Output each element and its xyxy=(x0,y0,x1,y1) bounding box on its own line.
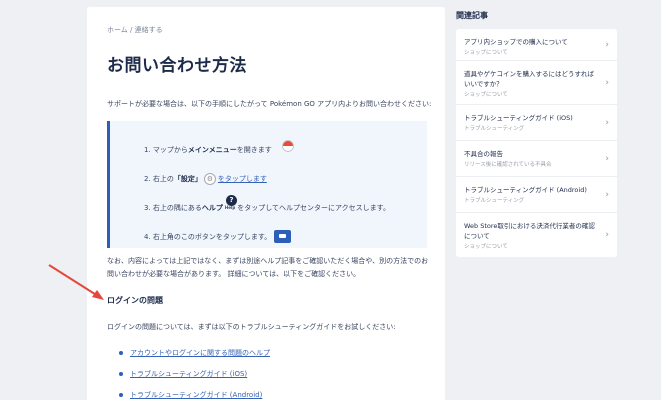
login-section-heading: ログインの問題 xyxy=(107,296,163,305)
page-title: お問い合わせ方法 xyxy=(107,56,247,76)
guide-link-list: アカウントやログインに関する問題のヘルプ トラブルシューティングガイド (iOS… xyxy=(107,348,427,400)
related-item-title: トラブルシューティングガイド (iOS) xyxy=(464,114,573,122)
note-text: なお、内容によっては上記ではなく、まずは別途ヘルプ記事をご確認いただく場合や、別… xyxy=(107,257,429,278)
chevron-right-icon: › xyxy=(605,117,609,128)
bullet-icon xyxy=(119,351,123,355)
help-question-icon: ? xyxy=(226,195,237,206)
related-item-web-store[interactable]: Web Store取引における決済代行業者の確認について ショップについて › xyxy=(456,213,617,257)
chevron-right-icon: › xyxy=(605,189,609,200)
related-item-category: ショップについて xyxy=(464,50,508,56)
step-3-suffix: をタップしてヘルプセンターにアクセスします。 xyxy=(237,203,390,212)
bullet-icon xyxy=(119,393,123,397)
related-item-category: トラブルシューティング xyxy=(464,198,525,204)
related-item-bug-report[interactable]: 不具合の報告 リリース後に確認されている不具合 › xyxy=(456,141,617,177)
related-item-title: トラブルシューティングガイド (Android) xyxy=(464,186,587,194)
related-item-category: ショップについて xyxy=(464,244,508,250)
guide-link-ios[interactable]: トラブルシューティングガイド (iOS) xyxy=(130,369,247,379)
bullet-icon xyxy=(119,372,123,376)
breadcrumb-separator: / xyxy=(127,26,135,34)
list-item: トラブルシューティングガイド (iOS) xyxy=(119,369,427,390)
step-1-prefix: 1. マップから xyxy=(144,145,188,154)
related-item-buy-items[interactable]: 道具やゲケコインを購入するにはどうすればいいですか？ ショップについて › xyxy=(456,61,617,105)
steps-callout: 1. マップから メインメニュー を開きます 2. 右上の 「設定」 ⚙ をタップします … xyxy=(107,121,427,248)
related-item-title: 道具やゲケコインを購入するにはどうすればいいですか？ xyxy=(464,70,594,88)
related-item-troubleshoot-ios[interactable]: トラブルシューティングガイド (iOS) トラブルシューティング › xyxy=(456,105,617,141)
related-item-title: アプリ内ショップでの購入について xyxy=(464,38,568,46)
step-4: 4. 右上角のこのボタンをタップします。 xyxy=(144,222,427,251)
breadcrumb-current-link[interactable]: 連絡する xyxy=(135,26,163,34)
chevron-right-icon: › xyxy=(605,77,609,88)
related-articles-title: 関連記事 xyxy=(456,11,488,20)
step-2-emphasis: 「設定」 xyxy=(173,174,202,183)
step-2-link[interactable]: をタップします xyxy=(218,174,267,184)
breadcrumb-home-link[interactable]: ホーム xyxy=(107,26,128,34)
step-4-text: 4. 右上角のこのボタンをタップします。 xyxy=(144,232,272,241)
list-item: トラブルシューティングガイド (Android) xyxy=(119,390,427,400)
list-item: アカウントやログインに関する問題のヘルプ xyxy=(119,348,427,369)
guide-link-android[interactable]: トラブルシューティングガイド (Android) xyxy=(130,390,262,400)
step-3-prefix: 3. 右上の隅にある xyxy=(144,203,202,212)
step-1-suffix: を開きます xyxy=(236,145,272,154)
article-card: ホーム / 連絡する お問い合わせ方法 サポートが必要な場合は、以下の手順にした… xyxy=(87,7,445,400)
step-3: 3. 右上の隅にある ヘルプ Help をタップしてヘルプセンターにアクセスします。 … xyxy=(144,193,427,222)
step-2-prefix: 2. 右上の xyxy=(144,174,174,183)
related-item-category: トラブルシューティング xyxy=(464,126,525,132)
chevron-right-icon: › xyxy=(605,39,609,50)
login-section-text: ログインの問題については、まずは以下のトラブルシューティングガイドをお試しくださ… xyxy=(107,323,396,331)
intro-text: サポートが必要な場合は、以下の手順にしたがって Pokémon GO アプリ内よ… xyxy=(107,100,432,108)
chat-bubble-icon xyxy=(274,230,292,243)
related-item-title: Web Store取引における決済代行業者の確認について xyxy=(464,222,595,240)
pokeball-menu-icon xyxy=(282,140,294,152)
related-item-category: ショップについて xyxy=(464,92,508,98)
guide-link-account[interactable]: アカウントやログインに関する問題のヘルプ xyxy=(130,348,270,358)
related-item-shop-purchase[interactable]: アプリ内ショップでの購入について ショップについて › xyxy=(456,29,617,61)
related-item-category: リリース後に確認されている不具合 xyxy=(464,162,552,168)
step-2: 2. 右上の 「設定」 ⚙ をタップします xyxy=(144,164,427,193)
related-item-title: 不具合の報告 xyxy=(464,150,503,158)
chevron-right-icon: › xyxy=(605,153,609,164)
breadcrumb: ホーム / 連絡する xyxy=(107,25,427,35)
related-item-troubleshoot-android[interactable]: トラブルシューティングガイド (Android) トラブルシューティング › xyxy=(456,177,617,213)
step-1: 1. マップから メインメニュー を開きます xyxy=(144,135,427,164)
gear-icon: ⚙ xyxy=(203,172,216,185)
step-3-emphasis: ヘルプ xyxy=(201,203,223,212)
step-1-emphasis: メインメニュー xyxy=(187,145,237,154)
related-articles-panel: アプリ内ショップでの購入について ショップについて › 道具やゲケコインを購入す… xyxy=(456,29,617,257)
chevron-right-icon: › xyxy=(605,230,609,240)
